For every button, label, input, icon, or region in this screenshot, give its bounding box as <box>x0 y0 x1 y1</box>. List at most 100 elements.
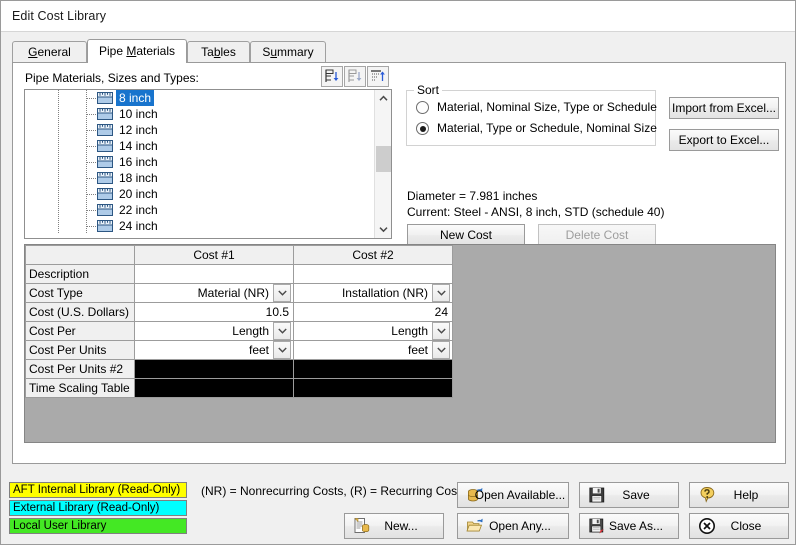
grid-row-header: Time Scaling Table <box>25 378 135 398</box>
tree-item[interactable]: 16 inch <box>25 154 375 170</box>
pipe-materials-tree[interactable]: 8 inch 10 inch 12 inch 14 inch 16 inch 18 inc… <box>24 89 392 239</box>
grid-cell-dropdown[interactable]: feet <box>134 340 294 360</box>
scroll-thumb[interactable] <box>376 146 391 172</box>
tree-item-label: 24 inch <box>119 219 158 233</box>
radio-indicator[interactable] <box>416 101 429 114</box>
grid-row: Cost (U.S. Dollars) 10.5 24 <box>25 302 453 322</box>
grid-cell-value: Material (NR) <box>138 284 291 302</box>
tree-item[interactable]: 20 inch <box>25 186 375 202</box>
sort-option-label: Material, Nominal Size, Type or Schedule <box>437 100 657 114</box>
grid-cell-dropdown[interactable]: Installation (NR) <box>293 283 453 303</box>
save-button[interactable]: Save <box>579 482 679 508</box>
close-button[interactable]: Close <box>689 513 789 539</box>
collapse-all-icon[interactable] <box>344 66 366 87</box>
dropdown-arrow-icon[interactable] <box>273 322 291 340</box>
scroll-up-icon[interactable] <box>375 90 391 107</box>
tree-elbow-line <box>87 130 97 131</box>
sort-option-label: Material, Type or Schedule, Nominal Size <box>437 121 657 135</box>
pipe-size-icon <box>97 188 113 200</box>
tree-item-label: 8 inch <box>116 90 155 106</box>
show-selected-icon[interactable] <box>367 66 389 87</box>
tree-elbow-line <box>87 146 97 147</box>
import-from-excel-button[interactable]: Import from Excel... <box>669 97 779 119</box>
new-button[interactable]: New... <box>344 513 444 539</box>
grid-cell-text[interactable]: 10.5 <box>134 302 294 322</box>
dropdown-arrow-icon[interactable] <box>273 341 291 359</box>
tree-rows: 8 inch 10 inch 12 inch 14 inch 16 inch 18 inc… <box>25 90 375 238</box>
grid-cell-text[interactable] <box>293 264 453 284</box>
export-to-excel-button[interactable]: Export to Excel... <box>669 129 779 151</box>
tree-guide-line <box>58 154 59 170</box>
new-cost-button[interactable]: New Cost <box>407 224 525 246</box>
grid-cell-value: Installation (NR) <box>297 284 450 302</box>
sort-group-title: Sort <box>414 83 443 97</box>
save-as-label: Save As... <box>608 519 664 533</box>
expand-all-icon[interactable] <box>321 66 343 87</box>
legend-label: Local User Library <box>13 520 107 532</box>
grid-cell-dropdown[interactable]: Length <box>293 321 453 341</box>
window-title: Edit Cost Library <box>12 9 107 23</box>
grid-cell-disabled <box>293 359 453 379</box>
help-button[interactable]: Help <box>689 482 789 508</box>
current-selection-text: Current: Steel - ANSI, 8 inch, STD (sche… <box>407 205 665 219</box>
open-any-label: Open Any... <box>489 519 551 533</box>
radio-indicator[interactable] <box>416 122 429 135</box>
tree-elbow-line <box>87 162 97 163</box>
dropdown-arrow-icon[interactable] <box>432 341 450 359</box>
nr-legend-note: (NR) = Nonrecurring Costs, (R) = Recurri… <box>201 484 467 498</box>
scroll-down-icon[interactable] <box>375 221 391 238</box>
tab-tables[interactable]: Tables <box>187 41 250 62</box>
help-label: Help <box>733 488 759 502</box>
legend-aft-internal: AFT Internal Library (Read-Only) <box>9 482 187 498</box>
pipe-size-icon <box>97 140 113 152</box>
tree-guide-line <box>58 186 59 202</box>
grid-cell-dropdown[interactable]: Material (NR) <box>134 283 294 303</box>
grid-column-header: Cost #1 <box>134 245 294 265</box>
grid-cell-dropdown[interactable]: feet <box>293 340 453 360</box>
tree-item[interactable]: 12 inch <box>25 122 375 138</box>
tree-elbow-line <box>87 210 97 211</box>
tree-elbow-line <box>87 178 97 179</box>
tree-guide-line <box>58 202 59 218</box>
legend-local-user: Local User Library <box>9 518 187 534</box>
tree-item[interactable]: 14 inch <box>25 138 375 154</box>
tree-item[interactable]: 22 inch <box>25 202 375 218</box>
grid-row-header: Cost Type <box>25 283 135 303</box>
dropdown-arrow-icon[interactable] <box>273 284 291 302</box>
grid-row: Cost Per Length Length <box>25 321 453 341</box>
grid-cell-text[interactable]: 24 <box>293 302 453 322</box>
tab-strip: General Pipe Materials Tables Summary <box>12 39 786 63</box>
open-any-button[interactable]: Open Any... <box>457 513 569 539</box>
tree-vertical-scrollbar[interactable] <box>374 90 391 238</box>
tree-item-label: 14 inch <box>119 139 158 153</box>
title-bar: Edit Cost Library <box>1 1 795 32</box>
tree-item[interactable]: 24 inch <box>25 218 375 234</box>
diameter-text: Diameter = 7.981 inches <box>407 189 538 203</box>
dropdown-arrow-icon[interactable] <box>432 284 450 302</box>
tree-item[interactable]: 10 inch <box>25 106 375 122</box>
tree-item-label: 20 inch <box>119 187 158 201</box>
pipe-materials-panel: Pipe Materials, Sizes and Types: 8 inch … <box>12 62 786 464</box>
tree-item[interactable]: 8 inch <box>25 90 375 106</box>
tab-general[interactable]: General <box>12 41 87 62</box>
open-available-button[interactable]: Open Available... <box>457 482 569 508</box>
grid-row-header: Cost (U.S. Dollars) <box>25 302 135 322</box>
dropdown-arrow-icon[interactable] <box>432 322 450 340</box>
grid-cell-text[interactable] <box>134 264 294 284</box>
tree-guide-line <box>58 170 59 186</box>
grid-cell-value: Length <box>297 322 450 340</box>
tree-guide-line <box>58 218 59 234</box>
tab-pipe-materials[interactable]: Pipe Materials <box>87 39 187 63</box>
grid-cell-dropdown[interactable]: Length <box>134 321 294 341</box>
tree-guide-line <box>58 106 59 122</box>
save-as-button[interactable]: Save As... <box>579 513 679 539</box>
tree-item[interactable]: 18 inch <box>25 170 375 186</box>
open-available-label: Open Available... <box>474 488 566 502</box>
cost-grid[interactable]: Cost #1 Cost #2 Description Cost Type Materi… <box>25 245 453 398</box>
grid-cell-disabled <box>134 378 294 398</box>
grid-header-row: Cost #1 Cost #2 <box>25 245 453 265</box>
pipe-size-icon <box>97 156 113 168</box>
grid-row-header: Cost Per Units #2 <box>25 359 135 379</box>
tab-summary[interactable]: Summary <box>250 41 326 62</box>
tree-guide-line <box>58 138 59 154</box>
